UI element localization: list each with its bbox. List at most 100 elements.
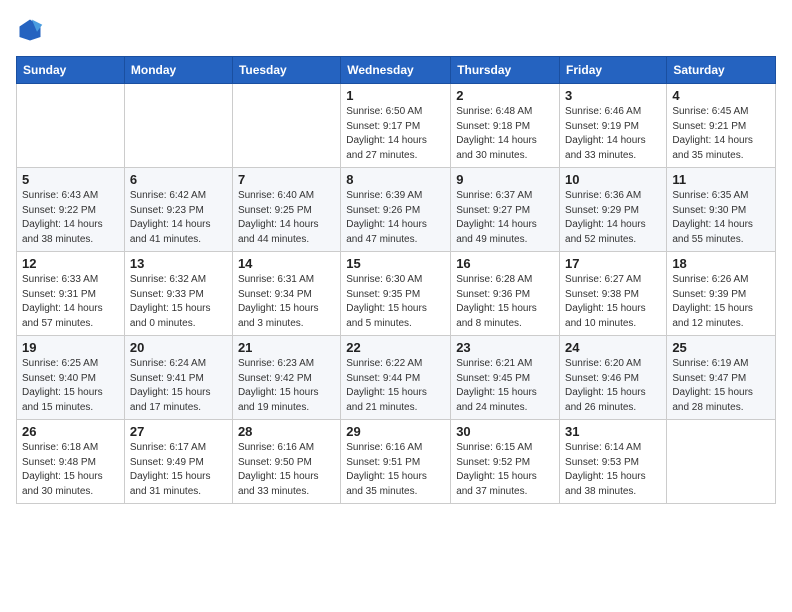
- day-number: 10: [565, 172, 661, 187]
- day-info: Sunrise: 6:40 AM Sunset: 9:25 PM Dayligh…: [238, 189, 335, 247]
- day-info: Sunrise: 6:24 AM Sunset: 9:41 PM Dayligh…: [130, 357, 227, 415]
- calendar-cell: 17 Sunrise: 6:27 AM Sunset: 9:38 PM Dayli…: [560, 252, 667, 336]
- calendar-cell: 8Sunrise: 6:39 AM Sunset: 9:26 PM Daylig…: [341, 168, 451, 252]
- day-info: Sunrise: 6:18 AM Sunset: 9:48 PM Dayligh…: [22, 441, 119, 499]
- calendar-cell: 28 Sunrise: 6:16 AM Sunset: 9:50 PM Dayli…: [232, 420, 340, 504]
- calendar-cell: 26 Sunrise: 6:18 AM Sunset: 9:48 PM Dayli…: [17, 420, 125, 504]
- day-number: 19: [22, 340, 119, 355]
- day-number: 9: [456, 172, 554, 187]
- day-info: Sunrise: 6:45 AM Sunset: 9:21 PM Dayligh…: [672, 105, 770, 163]
- calendar-cell: 5 Sunrise: 6:43 AM Sunset: 9:22 PM Daylig…: [17, 168, 125, 252]
- day-number: 29: [346, 424, 445, 439]
- day-info: Sunrise: 6:33 AM Sunset: 9:31 PM Dayligh…: [22, 273, 119, 331]
- logo-icon: [16, 16, 44, 44]
- weekday-header-friday: Friday: [560, 57, 667, 84]
- calendar-cell: 23 Sunrise: 6:21 AM Sunset: 9:45 PM Dayli…: [451, 336, 560, 420]
- day-info: Sunrise: 6:26 AM Sunset: 9:39 PM Dayligh…: [672, 273, 770, 331]
- day-number: 21: [238, 340, 335, 355]
- weekday-header-wednesday: Wednesday: [341, 57, 451, 84]
- calendar-cell: 21 Sunrise: 6:23 AM Sunset: 9:42 PM Dayli…: [232, 336, 340, 420]
- calendar-week-4: 19 Sunrise: 6:25 AM Sunset: 9:40 PM Dayli…: [17, 336, 776, 420]
- day-number: 17: [565, 256, 661, 271]
- day-number: 26: [22, 424, 119, 439]
- day-info: Sunrise: 6:30 AM Sunset: 9:35 PM Dayligh…: [346, 273, 445, 331]
- calendar-cell: 27Sunrise: 6:17 AM Sunset: 9:49 PM Dayli…: [124, 420, 232, 504]
- calendar-cell: 14 Sunrise: 6:31 AM Sunset: 9:34 PM Dayli…: [232, 252, 340, 336]
- calendar-cell: 22 Sunrise: 6:22 AM Sunset: 9:44 PM Dayli…: [341, 336, 451, 420]
- weekday-header-monday: Monday: [124, 57, 232, 84]
- calendar-cell: 4 Sunrise: 6:45 AM Sunset: 9:21 PM Daylig…: [667, 84, 776, 168]
- day-info: Sunrise: 6:25 AM Sunset: 9:40 PM Dayligh…: [22, 357, 119, 415]
- day-info: Sunrise: 6:42 AM Sunset: 9:23 PM Dayligh…: [130, 189, 227, 247]
- day-number: 25: [672, 340, 770, 355]
- calendar-cell: [232, 84, 340, 168]
- weekday-header-thursday: Thursday: [451, 57, 560, 84]
- day-info: Sunrise: 6:28 AM Sunset: 9:36 PM Dayligh…: [456, 273, 554, 331]
- day-number: 1: [346, 88, 445, 103]
- calendar-week-1: 1 Sunrise: 6:50 AM Sunset: 9:17 PM Daylig…: [17, 84, 776, 168]
- calendar-cell: 18 Sunrise: 6:26 AM Sunset: 9:39 PM Dayli…: [667, 252, 776, 336]
- weekday-header-saturday: Saturday: [667, 57, 776, 84]
- day-info: Sunrise: 6:43 AM Sunset: 9:22 PM Dayligh…: [22, 189, 119, 247]
- day-info: Sunrise: 6:20 AM Sunset: 9:46 PM Dayligh…: [565, 357, 661, 415]
- page-header: [16, 16, 776, 44]
- calendar-cell: 12 Sunrise: 6:33 AM Sunset: 9:31 PM Dayli…: [17, 252, 125, 336]
- day-number: 8: [346, 172, 445, 187]
- day-info: Sunrise: 6:21 AM Sunset: 9:45 PM Dayligh…: [456, 357, 554, 415]
- calendar-cell: 2 Sunrise: 6:48 AM Sunset: 9:18 PM Daylig…: [451, 84, 560, 168]
- calendar-cell: 19 Sunrise: 6:25 AM Sunset: 9:40 PM Dayli…: [17, 336, 125, 420]
- day-info: Sunrise: 6:50 AM Sunset: 9:17 PM Dayligh…: [346, 105, 445, 163]
- calendar-cell: 16 Sunrise: 6:28 AM Sunset: 9:36 PM Dayli…: [451, 252, 560, 336]
- day-info: Sunrise: 6:36 AM Sunset: 9:29 PM Dayligh…: [565, 189, 661, 247]
- day-info: Sunrise: 6:37 AM Sunset: 9:27 PM Dayligh…: [456, 189, 554, 247]
- day-number: 15: [346, 256, 445, 271]
- calendar-cell: 29 Sunrise: 6:16 AM Sunset: 9:51 PM Dayli…: [341, 420, 451, 504]
- day-number: 28: [238, 424, 335, 439]
- day-number: 20: [130, 340, 227, 355]
- day-number: 14: [238, 256, 335, 271]
- day-info: Sunrise: 6:14 AM Sunset: 9:53 PM Dayligh…: [565, 441, 661, 499]
- day-number: 22: [346, 340, 445, 355]
- day-info: Sunrise: 6:27 AM Sunset: 9:38 PM Dayligh…: [565, 273, 661, 331]
- day-info: Sunrise: 6:16 AM Sunset: 9:50 PM Dayligh…: [238, 441, 335, 499]
- calendar-cell: 6 Sunrise: 6:42 AM Sunset: 9:23 PM Daylig…: [124, 168, 232, 252]
- day-number: 2: [456, 88, 554, 103]
- weekday-header-sunday: Sunday: [17, 57, 125, 84]
- day-info: Sunrise: 6:23 AM Sunset: 9:42 PM Dayligh…: [238, 357, 335, 415]
- day-number: 16: [456, 256, 554, 271]
- day-number: 23: [456, 340, 554, 355]
- day-info: Sunrise: 6:48 AM Sunset: 9:18 PM Dayligh…: [456, 105, 554, 163]
- day-number: 4: [672, 88, 770, 103]
- day-info: Sunrise: 6:22 AM Sunset: 9:44 PM Dayligh…: [346, 357, 445, 415]
- day-number: 30: [456, 424, 554, 439]
- logo: [16, 16, 48, 44]
- day-info: Sunrise: 6:15 AM Sunset: 9:52 PM Dayligh…: [456, 441, 554, 499]
- calendar-header: SundayMondayTuesdayWednesdayThursdayFrid…: [17, 57, 776, 84]
- calendar-table: SundayMondayTuesdayWednesdayThursdayFrid…: [16, 56, 776, 504]
- day-info: Sunrise: 6:19 AM Sunset: 9:47 PM Dayligh…: [672, 357, 770, 415]
- day-number: 24: [565, 340, 661, 355]
- calendar-cell: 11 Sunrise: 6:35 AM Sunset: 9:30 PM Dayli…: [667, 168, 776, 252]
- day-info: Sunrise: 6:46 AM Sunset: 9:19 PM Dayligh…: [565, 105, 661, 163]
- day-info: Sunrise: 6:32 AM Sunset: 9:33 PM Dayligh…: [130, 273, 227, 331]
- calendar-cell: 20 Sunrise: 6:24 AM Sunset: 9:41 PM Dayli…: [124, 336, 232, 420]
- day-info: Sunrise: 6:16 AM Sunset: 9:51 PM Dayligh…: [346, 441, 445, 499]
- calendar-cell: [17, 84, 125, 168]
- calendar-cell: [124, 84, 232, 168]
- day-number: 6: [130, 172, 227, 187]
- calendar-cell: 7Sunrise: 6:40 AM Sunset: 9:25 PM Daylig…: [232, 168, 340, 252]
- calendar-body: 1 Sunrise: 6:50 AM Sunset: 9:17 PM Daylig…: [17, 84, 776, 504]
- day-number: 18: [672, 256, 770, 271]
- day-number: 5: [22, 172, 119, 187]
- day-number: 3: [565, 88, 661, 103]
- calendar-cell: 13Sunrise: 6:32 AM Sunset: 9:33 PM Dayli…: [124, 252, 232, 336]
- day-number: 11: [672, 172, 770, 187]
- calendar-week-2: 5 Sunrise: 6:43 AM Sunset: 9:22 PM Daylig…: [17, 168, 776, 252]
- calendar-cell: 25 Sunrise: 6:19 AM Sunset: 9:47 PM Dayli…: [667, 336, 776, 420]
- weekday-header-row: SundayMondayTuesdayWednesdayThursdayFrid…: [17, 57, 776, 84]
- day-number: 12: [22, 256, 119, 271]
- day-info: Sunrise: 6:31 AM Sunset: 9:34 PM Dayligh…: [238, 273, 335, 331]
- calendar-cell: 24 Sunrise: 6:20 AM Sunset: 9:46 PM Dayli…: [560, 336, 667, 420]
- weekday-header-tuesday: Tuesday: [232, 57, 340, 84]
- day-info: Sunrise: 6:35 AM Sunset: 9:30 PM Dayligh…: [672, 189, 770, 247]
